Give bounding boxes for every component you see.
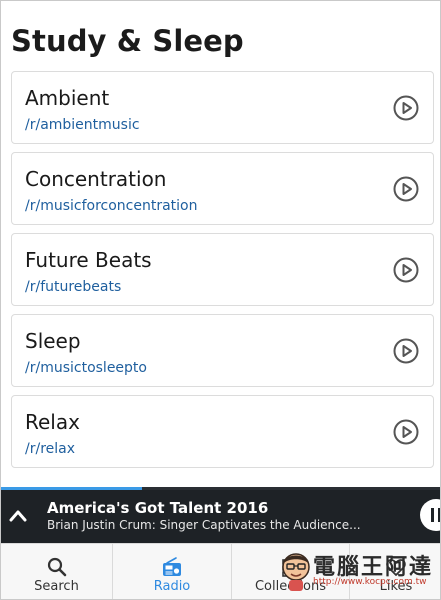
playback-progress-track[interactable] (1, 487, 440, 490)
playlist-title: Ambient (25, 86, 110, 110)
radio-icon (161, 556, 183, 578)
search-icon (46, 556, 68, 578)
now-playing-title: America's Got Talent 2016 (47, 499, 269, 517)
play-circle-icon[interactable] (393, 257, 419, 283)
bottom-tab-bar: Search Radio Collections Likes (1, 543, 440, 599)
heart-icon (385, 556, 407, 578)
playlist-card-concentration[interactable]: Concentration /r/musicforconcentration (11, 152, 434, 225)
tab-search[interactable]: Search (1, 544, 113, 599)
app-screen: Study & Sleep Ambient /r/ambientmusic Co… (0, 0, 441, 600)
playlist-list: Ambient /r/ambientmusic Concentration /r… (11, 71, 434, 476)
now-playing-bar[interactable]: America's Got Talent 2016 Brian Justin C… (1, 487, 440, 543)
tab-likes[interactable]: Likes (350, 544, 440, 599)
playback-progress-fill (1, 487, 143, 490)
collections-icon (280, 556, 302, 578)
tab-label: Collections (254, 579, 327, 594)
tab-label: Likes (379, 579, 413, 594)
play-circle-icon[interactable] (393, 419, 419, 445)
tab-collections[interactable]: Collections (232, 544, 350, 599)
playlist-subreddit-link[interactable]: /r/futurebeats (25, 278, 121, 296)
playlist-title: Future Beats (25, 248, 152, 272)
now-playing-subtitle: Brian Justin Crum: Singer Captivates the… (47, 518, 361, 532)
pause-icon (431, 508, 434, 522)
playlist-card-relax[interactable]: Relax /r/relax (11, 395, 434, 468)
tab-label: Search (34, 579, 79, 594)
playlist-subreddit-link[interactable]: /r/musictosleepto (25, 359, 147, 377)
tab-label: Radio (153, 579, 191, 594)
playlist-title: Relax (25, 410, 80, 434)
playlist-card-future-beats[interactable]: Future Beats /r/futurebeats (11, 233, 434, 306)
tab-radio[interactable]: Radio (113, 544, 232, 599)
playlist-title: Concentration (25, 167, 167, 191)
page-title: Study & Sleep (11, 24, 244, 58)
play-circle-icon[interactable] (393, 176, 419, 202)
play-circle-icon[interactable] (393, 338, 419, 364)
pause-button[interactable] (420, 499, 440, 531)
play-circle-icon[interactable] (393, 95, 419, 121)
playlist-title: Sleep (25, 329, 81, 353)
playlist-subreddit-link[interactable]: /r/relax (25, 440, 75, 458)
playlist-card-ambient[interactable]: Ambient /r/ambientmusic (11, 71, 434, 144)
chevron-up-icon[interactable] (7, 505, 29, 527)
playlist-card-sleep[interactable]: Sleep /r/musictosleepto (11, 314, 434, 387)
playlist-subreddit-link[interactable]: /r/ambientmusic (25, 116, 140, 134)
playlist-subreddit-link[interactable]: /r/musicforconcentration (25, 197, 197, 215)
